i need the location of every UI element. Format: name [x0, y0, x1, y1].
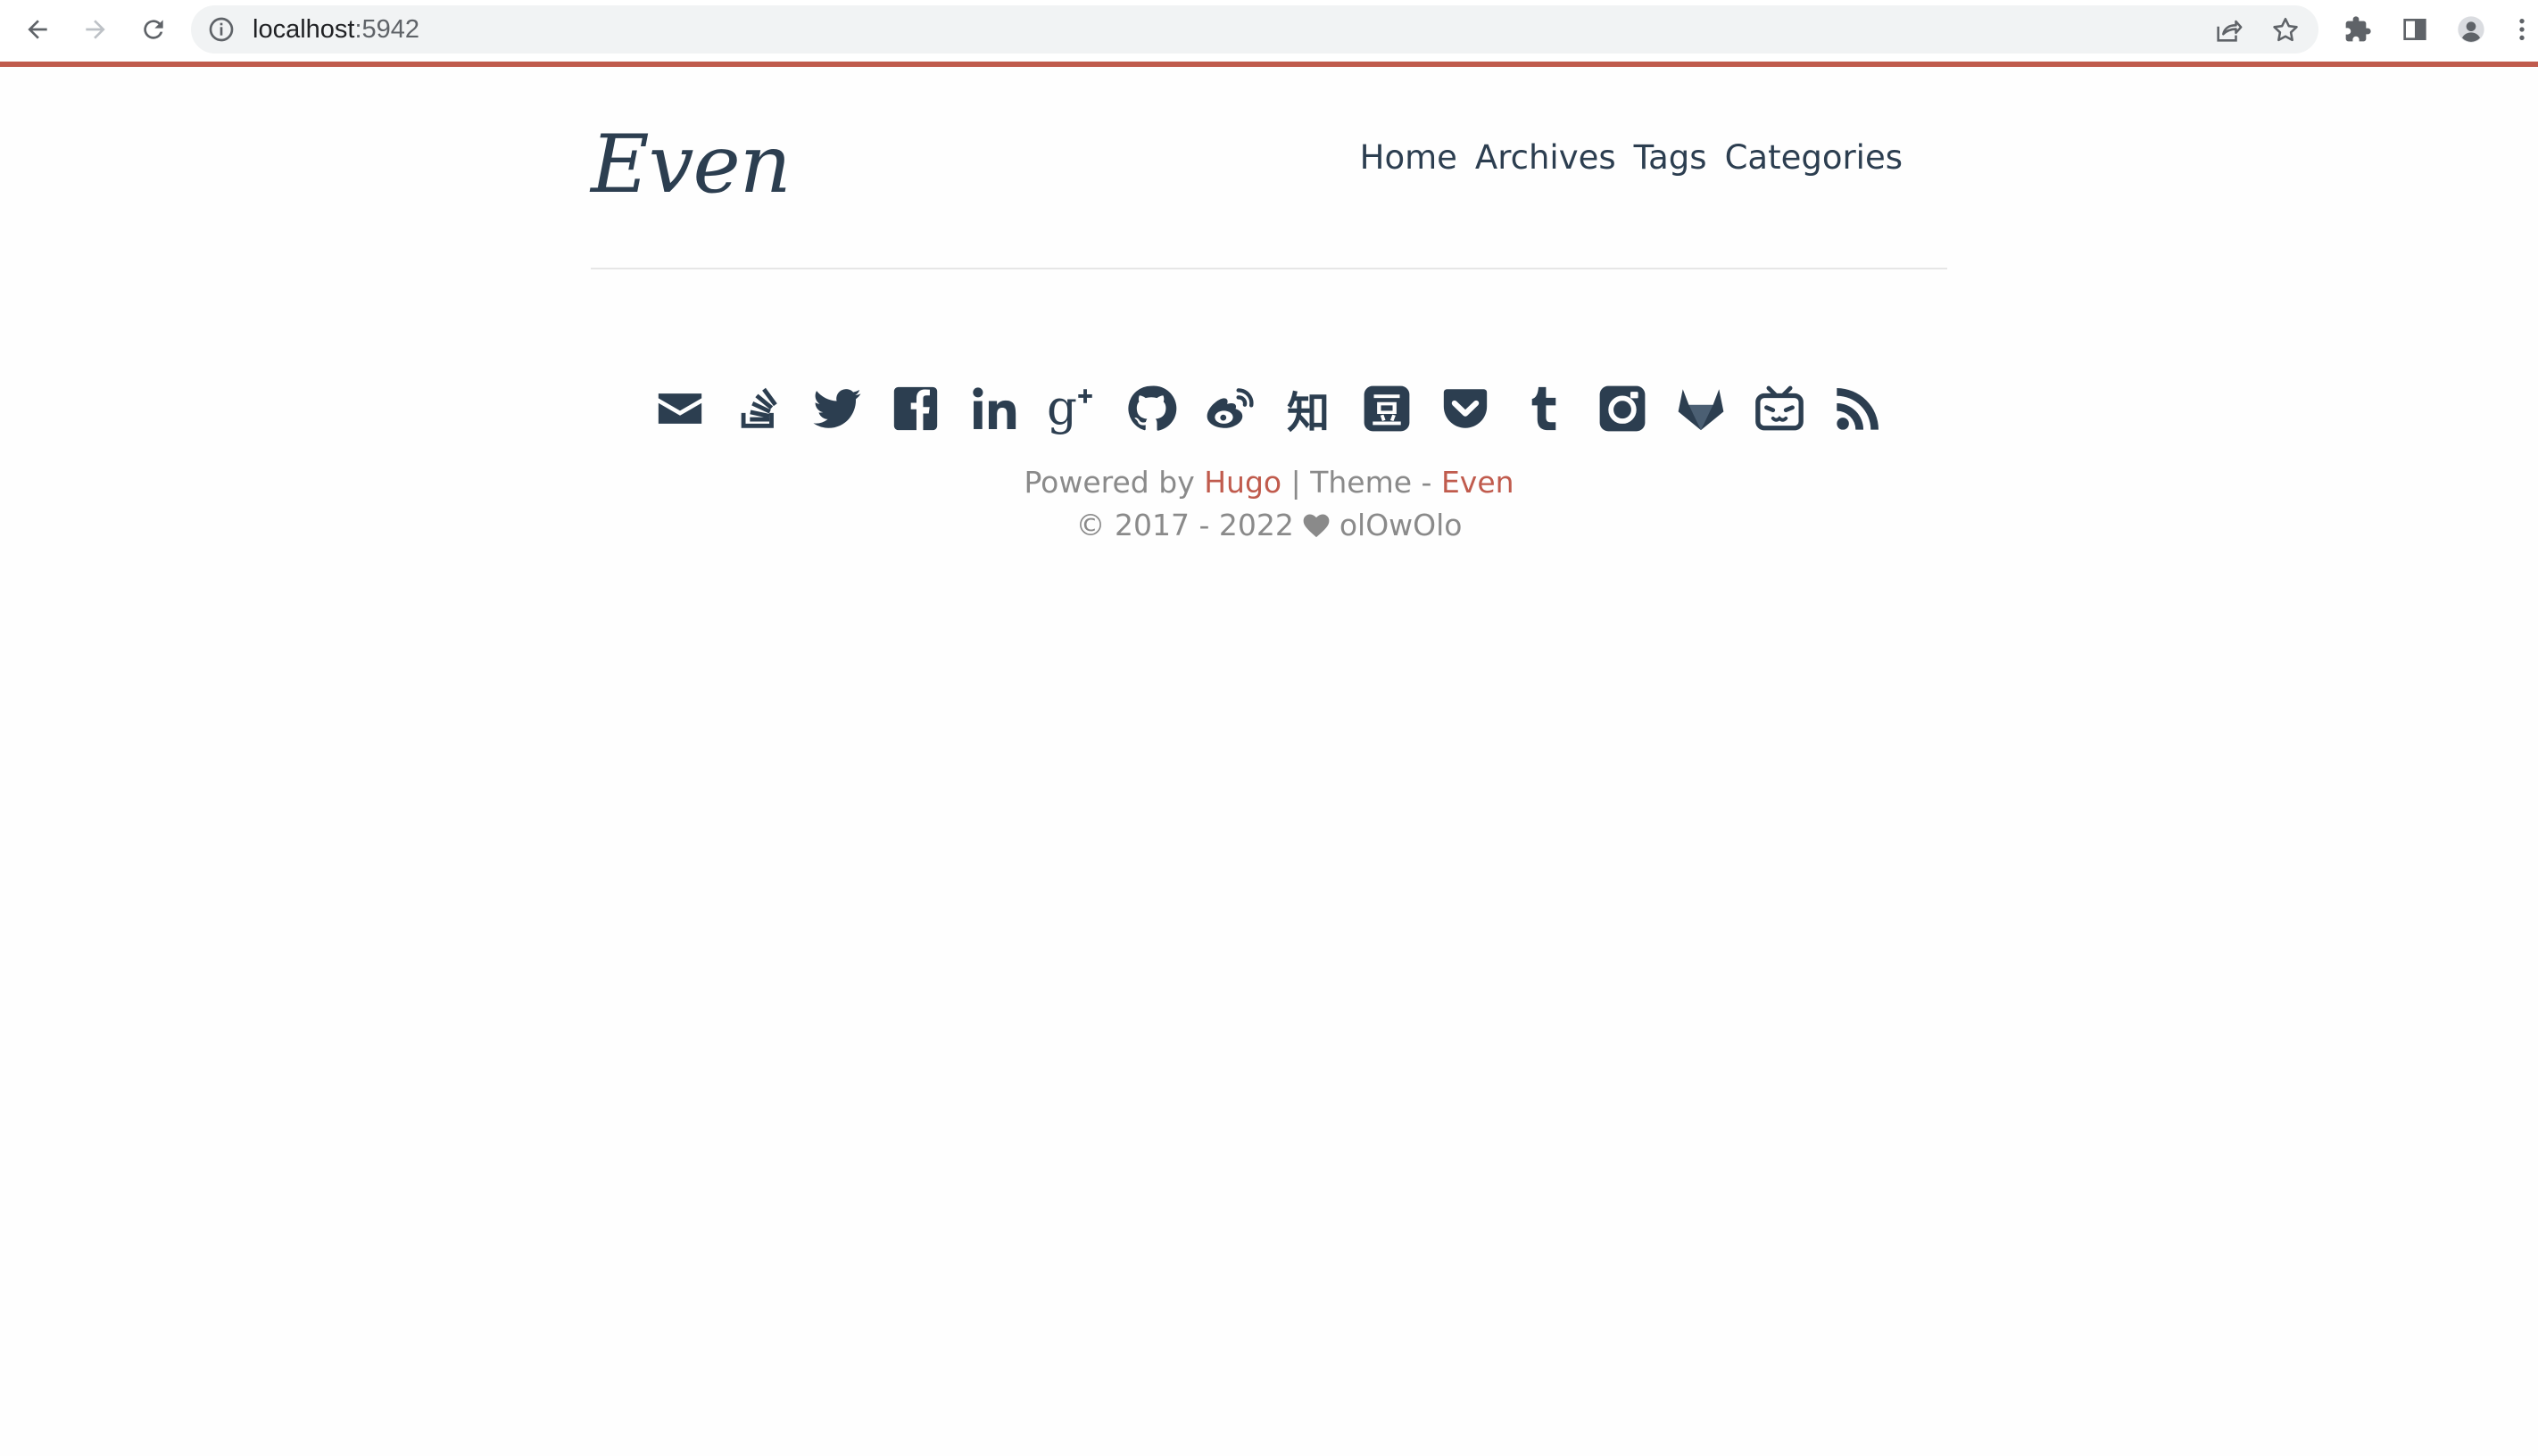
- arrow-right-icon: [86, 20, 105, 39]
- avatar-icon: [2458, 16, 2484, 43]
- powered-by-text: Powered by: [1024, 465, 1195, 500]
- browser-toolbar: localhost:5942: [0, 0, 2538, 62]
- douban-icon[interactable]: [1357, 375, 1416, 443]
- gitlab-icon[interactable]: [1671, 375, 1730, 443]
- back-button[interactable]: [15, 7, 60, 52]
- twitter-icon[interactable]: [808, 375, 867, 443]
- pocket-icon[interactable]: [1436, 375, 1495, 443]
- share-icon[interactable]: [2213, 15, 2244, 46]
- nav-home[interactable]: Home: [1360, 136, 1457, 180]
- bilibili-icon[interactable]: [1750, 375, 1809, 443]
- puzzle-icon: [2345, 16, 2371, 42]
- heart-icon: [1303, 514, 1330, 538]
- copyright-years: © 2017 - 2022: [1075, 508, 1294, 542]
- side-panel-button[interactable]: [2393, 7, 2437, 52]
- author-name: olOwOlo: [1339, 508, 1463, 542]
- instagram-icon[interactable]: [1593, 375, 1652, 443]
- zhihu-icon[interactable]: 知: [1279, 375, 1338, 443]
- rss-icon[interactable]: [1829, 375, 1887, 443]
- nav-archives[interactable]: Archives: [1475, 136, 1616, 180]
- kebab-menu-icon: [2519, 19, 2525, 40]
- profile-button[interactable]: [2449, 7, 2493, 52]
- email-icon[interactable]: [651, 375, 709, 443]
- url-text: localhost:5942: [253, 15, 420, 44]
- main-nav: Home Archives Tags Categories: [1360, 136, 1903, 180]
- stack-overflow-icon[interactable]: [729, 375, 788, 443]
- reload-icon: [144, 20, 163, 39]
- theme-separator: | Theme -: [1290, 465, 1432, 500]
- theme-link[interactable]: Even: [1441, 465, 1514, 500]
- tumblr-icon[interactable]: [1514, 375, 1573, 443]
- site-logo[interactable]: Even: [591, 116, 792, 214]
- info-icon: [209, 17, 234, 42]
- nav-tags[interactable]: Tags: [1634, 136, 1707, 180]
- nav-categories[interactable]: Categories: [1725, 136, 1903, 180]
- bookmark-star-icon[interactable]: [2270, 15, 2301, 46]
- social-links: g 知: [0, 375, 2538, 443]
- weibo-icon[interactable]: [1200, 375, 1259, 443]
- page-loading-bar: [0, 62, 2538, 67]
- arrow-left-icon: [28, 20, 47, 39]
- linkedin-icon[interactable]: [965, 375, 1024, 443]
- copyright-line: © 2017 - 2022 olOwOlo: [0, 505, 2538, 546]
- facebook-icon[interactable]: [886, 375, 945, 443]
- header-divider: [591, 268, 1947, 269]
- forward-button[interactable]: [73, 7, 118, 52]
- github-icon[interactable]: [1122, 375, 1181, 443]
- reload-button[interactable]: [131, 7, 176, 52]
- address-bar[interactable]: localhost:5942: [191, 5, 2318, 54]
- google-plus-icon[interactable]: g: [1043, 375, 1102, 443]
- powered-by-line: Powered by Hugo | Theme - Even: [0, 462, 2538, 503]
- hugo-link[interactable]: Hugo: [1204, 465, 1281, 500]
- svg-text:g: g: [1047, 383, 1077, 434]
- menu-button[interactable]: [2506, 7, 2538, 52]
- side-panel-icon: [2403, 19, 2426, 40]
- extensions-button[interactable]: [2335, 7, 2380, 52]
